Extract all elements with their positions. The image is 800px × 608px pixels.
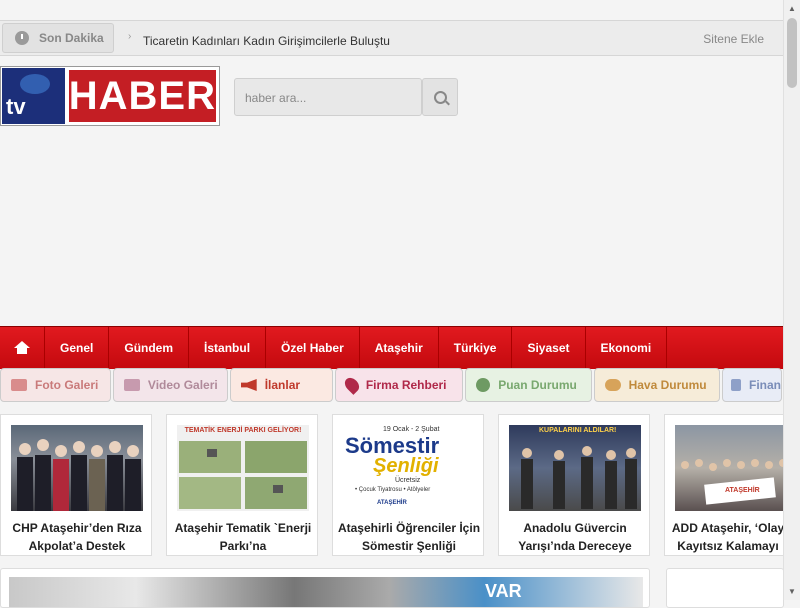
nav-item-turkiye[interactable]: Türkiye	[439, 327, 513, 369]
weather-icon	[604, 379, 621, 391]
subnav-ilanlar[interactable]: İlanlar	[229, 368, 333, 402]
news-card-image-text: TEMATİK ENERJİ PARKI GELİYOR!	[184, 427, 302, 434]
site-logo[interactable]: tv HABER	[0, 66, 220, 126]
search-input[interactable]: haber ara...	[234, 78, 422, 116]
subnav-label: Hava Durumu	[628, 378, 707, 392]
subnav-label: Firma Rehberi	[365, 378, 447, 392]
logo-haber-text: HABER	[66, 68, 218, 124]
subnav-label: Puan Durumu	[498, 378, 577, 392]
nav-item-siyaset[interactable]: Siyaset	[512, 327, 586, 369]
news-card-image-text: Şenliği	[373, 455, 439, 477]
subnav-label: Foto Galeri	[35, 378, 99, 392]
nav-item-genel[interactable]: Genel	[45, 327, 110, 369]
logo-itv-block: tv	[2, 68, 65, 124]
scroll-down-icon[interactable]: ▼	[788, 587, 796, 596]
news-card[interactable]: KUPALARINI ALDILAR! Anadolu Güvercin Yar…	[498, 414, 650, 556]
news-card[interactable]: 19 Ocak - 2 Şubat Sömestir Şenliği Ücret…	[332, 414, 484, 556]
breaking-news-label: Son Dakika	[39, 31, 104, 45]
scroll-up-icon[interactable]: ▲	[788, 4, 796, 13]
add-to-site-link[interactable]: Sitene Ekle	[703, 32, 764, 46]
nav-item-atasehir[interactable]: Ataşehir	[360, 327, 439, 369]
page-scrollbar[interactable]: ▲ ▼	[783, 0, 800, 600]
news-card[interactable]: ATAŞEHİR ADD Ataşehir, ‘Olay Kayıtsız Ka…	[664, 414, 784, 556]
group-photo	[17, 439, 141, 511]
nav-item-gundem[interactable]: Gündem	[109, 327, 190, 369]
soccer-ball-icon	[476, 378, 491, 392]
news-card-title: Ataşehirli Öğrenciler İçin Sömestir Şenl…	[337, 521, 481, 553]
news-card-image-text: 19 Ocak - 2 Şubat	[383, 426, 440, 433]
news-slider: CHP Ataşehir’den Rıza Akpolat’a Destek T…	[0, 414, 784, 558]
park-render	[179, 441, 307, 509]
subnav-finans[interactable]: Finan	[722, 368, 782, 402]
clock-icon	[15, 31, 29, 45]
news-card-title: ADD Ataşehir, ‘Olay Kayıtsız Kalamayı	[671, 521, 784, 553]
headline-image	[9, 577, 643, 607]
protest-photo	[681, 459, 784, 505]
sub-navigation: Foto Galeri Video Galeri İlanlar Firma R…	[0, 368, 784, 404]
nav-home[interactable]	[0, 327, 45, 369]
subnav-hava-durumu[interactable]: Hava Durumu	[593, 368, 720, 402]
news-card-title: CHP Ataşehir’den Rıza Akpolat’a Destek	[12, 521, 142, 553]
search-icon	[433, 90, 447, 104]
search-button[interactable]	[422, 78, 458, 116]
news-card-image: TEMATİK ENERJİ PARKI GELİYOR!	[177, 425, 309, 511]
megaphone-icon	[240, 379, 257, 391]
news-card-image-text: Ücretsiz	[395, 477, 421, 484]
news-card-image: ATAŞEHİR	[675, 425, 784, 511]
logo-itv-text: tv	[6, 94, 26, 119]
award-photo	[521, 446, 637, 509]
news-card-image-text: ATAŞEHİR	[377, 500, 407, 506]
news-card-image-text: KUPALARINI ALDILAR!	[539, 427, 617, 434]
nav-item-ekonomi[interactable]: Ekonomi	[586, 327, 668, 369]
money-icon	[731, 379, 741, 391]
headline-slider[interactable]: VAR	[0, 568, 650, 608]
subnav-label: Video Galeri	[147, 378, 218, 392]
news-card-title: Anadolu Güvercin Yarışı’nda Dereceye	[518, 521, 632, 553]
subnav-foto-galeri[interactable]: Foto Galeri	[0, 368, 111, 402]
news-card-title: Ataşehir Tematik `Enerji Parkı’na	[174, 521, 312, 553]
subnav-label: İlanlar	[264, 378, 301, 392]
news-card-image-text: ATAŞEHİR	[725, 487, 760, 494]
subnav-firma-rehberi[interactable]: Firma Rehberi	[334, 368, 464, 402]
subnav-video-galeri[interactable]: Video Galeri	[112, 368, 228, 402]
location-pin-icon	[341, 375, 362, 395]
news-card-image: KUPALARINI ALDILAR!	[509, 425, 641, 511]
scrollbar-thumb[interactable]	[787, 18, 797, 88]
subnav-puan-durumu[interactable]: Puan Durumu	[465, 368, 592, 402]
breaking-news-ticker[interactable]: Ticaretin Kadınları Kadın Girişimcilerle…	[143, 34, 390, 48]
side-widget	[666, 568, 784, 608]
breaking-news-label-box: Son Dakika	[2, 23, 114, 53]
nav-item-istanbul[interactable]: İstanbul	[189, 327, 267, 369]
news-card-image-text: • Çocuk Tiyatrosu • Atölyeler	[355, 487, 431, 493]
main-navigation: Genel Gündem İstanbul Özel Haber Ataşehi…	[0, 326, 784, 369]
nav-item-ozel-haber[interactable]: Özel Haber	[266, 327, 360, 369]
subnav-label: Finan	[749, 378, 781, 392]
news-card-image	[11, 425, 143, 511]
home-icon	[14, 341, 30, 355]
news-card[interactable]: TEMATİK ENERJİ PARKI GELİYOR! Ataşehir T…	[166, 414, 318, 556]
headline-image-text: VAR	[485, 581, 522, 601]
camera-icon	[11, 379, 27, 391]
news-card-image: 19 Ocak - 2 Şubat Sömestir Şenliği Ücret…	[343, 425, 475, 511]
news-card[interactable]: CHP Ataşehir’den Rıza Akpolat’a Destek	[0, 414, 152, 556]
breaking-news-bar: Son Dakika › Ticaretin Kadınları Kadın G…	[0, 20, 784, 56]
chevron-right-icon: ›	[128, 31, 132, 42]
video-camera-icon	[123, 379, 140, 391]
